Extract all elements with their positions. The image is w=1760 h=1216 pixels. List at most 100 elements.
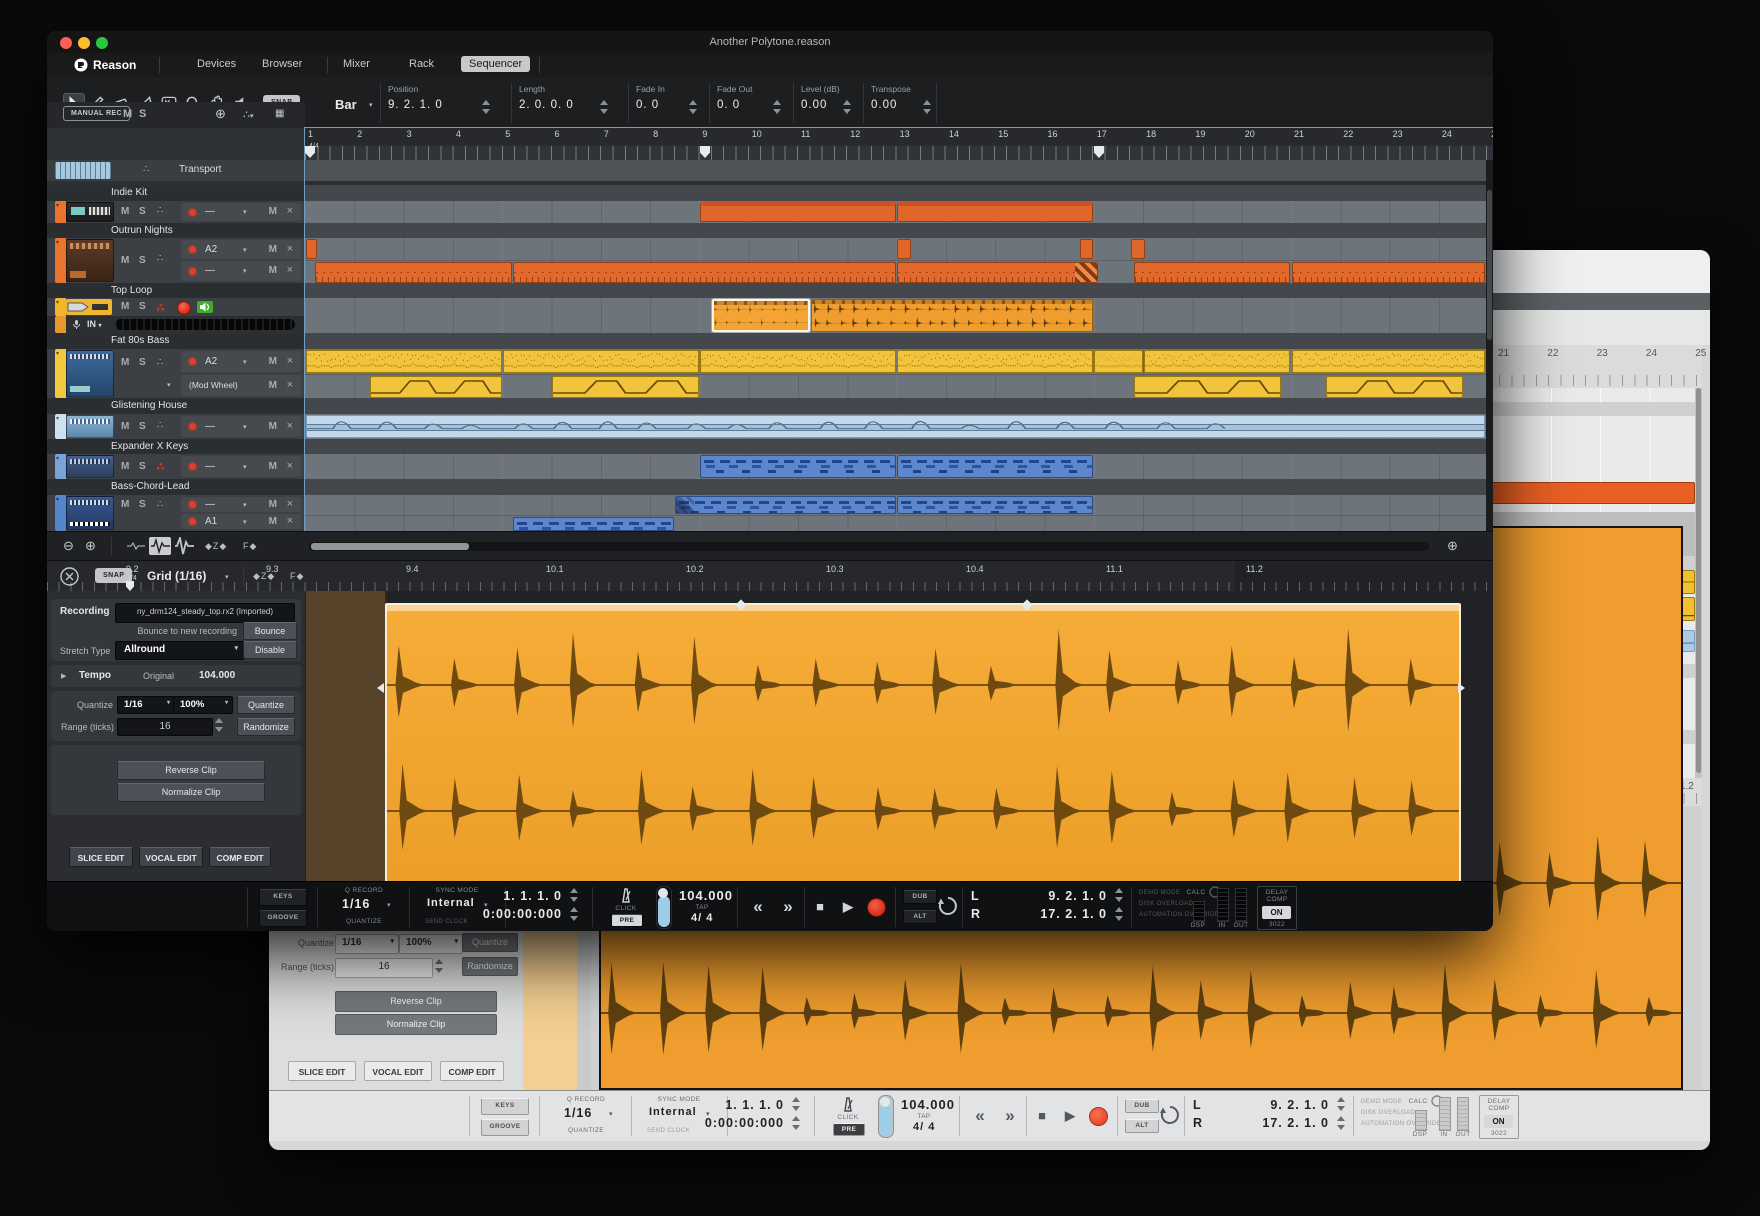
bg-delay-comp-on-button[interactable]: ON xyxy=(1484,1115,1513,1128)
wave-small-view-button[interactable] xyxy=(125,537,147,555)
clip-outrun-1-orange-small[interactable] xyxy=(897,239,911,259)
lane-close-button[interactable]: × xyxy=(287,515,293,527)
input-selector[interactable]: —▾M× xyxy=(181,456,301,477)
bg-loop-stepper[interactable] xyxy=(1337,1096,1346,1112)
vertical-zoom-in-icon[interactable]: ⊕ xyxy=(1447,538,1458,554)
comp-edit-tab[interactable]: COMP EDIT xyxy=(209,847,271,867)
lane-mute-button[interactable]: M xyxy=(269,461,277,472)
clip-fat-1-yellow-notes[interactable] xyxy=(1144,350,1291,373)
bg-qrecord-dd-icon[interactable]: ▾ xyxy=(609,1110,613,1118)
lane-fat-80s-bass-1[interactable] xyxy=(305,349,1493,374)
master-solo-button[interactable]: S xyxy=(139,108,146,120)
clip-indie-orange-notes[interactable] xyxy=(897,202,1093,222)
fade-out-field[interactable]: Fade Out0. 0 xyxy=(709,83,786,123)
lane-mute-button[interactable]: M xyxy=(269,499,277,510)
clip-outrun-2-orange-long[interactable] xyxy=(1292,262,1486,283)
clip-glist-lightblue[interactable] xyxy=(306,415,1486,438)
clip-outrun-1-orange-small[interactable] xyxy=(306,239,317,259)
zoom-z-control[interactable]: ◆Z◆ xyxy=(205,541,227,552)
groove-button[interactable]: GROOVE xyxy=(259,910,307,927)
bg-range-value[interactable]: 16 xyxy=(335,958,433,978)
solo-button[interactable]: S xyxy=(139,499,146,510)
tab-sequencer[interactable]: Sequencer xyxy=(461,56,530,72)
clip-outrun-2-orange-long[interactable] xyxy=(897,262,1098,283)
timesig-value[interactable]: 4/ 4 xyxy=(691,912,713,924)
wave-large-view-button[interactable] xyxy=(173,537,195,555)
mute-button[interactable]: M xyxy=(121,461,129,472)
bg-forward-button[interactable]: » xyxy=(997,1100,1023,1131)
position-field[interactable]: Position9. 2. 1. 0 xyxy=(380,83,495,123)
device-thumbnail[interactable] xyxy=(66,415,114,438)
bg-dub-button[interactable]: DUB xyxy=(1125,1099,1159,1113)
manual-rec-button[interactable]: MANUAL REC xyxy=(63,106,130,121)
reason-window[interactable]: Another Polytone.reason Reason Devices B… xyxy=(47,31,1493,931)
add-track-button[interactable]: ⊕ xyxy=(215,106,226,122)
track-row-expander-x-keys[interactable]: ▾ M S ∴ —▾M× xyxy=(47,454,305,479)
device-thumbnail[interactable] xyxy=(66,239,114,282)
bg-quantize-value-select[interactable]: 1/16 ▾ xyxy=(335,934,399,954)
forward-button[interactable]: » xyxy=(775,891,801,922)
lane-close-button[interactable]: × xyxy=(287,355,293,367)
bg-tempo-value[interactable]: 104.000 xyxy=(901,1097,955,1112)
solo-button[interactable]: S xyxy=(139,357,146,368)
track-name-indie-kit[interactable]: Indie Kit xyxy=(47,185,305,201)
tempo-expand-icon[interactable]: ▶ xyxy=(61,672,66,680)
tab-rack[interactable]: Rack xyxy=(409,58,434,70)
pos-stepper[interactable] xyxy=(570,906,579,922)
bg-pre-button[interactable]: PRE xyxy=(833,1123,865,1136)
bg-rewind-button[interactable]: « xyxy=(967,1100,993,1131)
bg-record-button[interactable] xyxy=(1089,1107,1108,1126)
input-selector[interactable]: A2▾M× xyxy=(181,240,301,259)
mute-button[interactable]: M xyxy=(121,255,129,266)
snap-unit-dd-icon[interactable]: ▾ xyxy=(369,101,373,109)
clip-toploop-audio[interactable] xyxy=(811,299,1093,332)
solo-button[interactable]: S xyxy=(139,255,146,266)
grid-view-button[interactable]: ▦ xyxy=(275,108,284,119)
zoom-out-icon[interactable]: ⊖ xyxy=(63,538,74,554)
input-selector[interactable]: A2▾M× xyxy=(181,351,301,372)
mute-button[interactable]: M xyxy=(121,206,129,217)
lane-mute-button[interactable]: M xyxy=(269,356,277,367)
lane-menu-button[interactable]: ∴▾ xyxy=(243,108,254,121)
bg-loop-icon[interactable] xyxy=(1159,1104,1181,1126)
clip-right-handle[interactable] xyxy=(1458,683,1465,693)
track-name-outrun-nights[interactable]: Outrun Nights xyxy=(47,223,305,238)
bounce-button[interactable]: Bounce xyxy=(243,622,297,640)
arrange-area[interactable]: 4/4 123456789101112131415161718192021222… xyxy=(305,128,1493,531)
disable-button[interactable]: Disable xyxy=(243,641,297,659)
bg-normalize-clip-button[interactable]: Normalize Clip xyxy=(335,1014,497,1035)
range-ticks-value[interactable]: 16 xyxy=(117,718,213,736)
clip-left-handle[interactable] xyxy=(377,683,384,693)
record-lane-icon[interactable]: ∴ xyxy=(157,460,164,473)
clip-indie-orange-notes[interactable] xyxy=(700,202,896,222)
clip-fat-2-yellow-ramp[interactable] xyxy=(552,376,699,398)
bg-pos-stepper[interactable] xyxy=(792,1096,801,1112)
editor-audio-clip[interactable] xyxy=(385,603,1461,881)
lane-close-button[interactable]: × xyxy=(287,379,293,391)
grid-dd-icon[interactable]: ▾ xyxy=(225,573,229,581)
lane-icon[interactable]: ∴ xyxy=(157,253,163,264)
record-arm-led[interactable] xyxy=(189,268,196,275)
record-lane-icon[interactable]: ∴ xyxy=(157,301,164,314)
master-mute-button[interactable]: M xyxy=(123,108,132,120)
record-arm-led[interactable] xyxy=(189,209,196,216)
record-button[interactable] xyxy=(867,898,886,917)
randomize-button[interactable]: Randomize xyxy=(237,718,295,736)
clip-bass-1-blue-notes-fade[interactable] xyxy=(675,496,896,514)
clip-fat-2-yellow-ramp[interactable] xyxy=(1326,376,1463,398)
input-selector[interactable]: —▾M× xyxy=(181,416,301,437)
fade-in-field[interactable]: Fade In0. 0 xyxy=(628,83,702,123)
lane-mute-button[interactable]: M xyxy=(269,516,277,527)
bg-loop-stepper[interactable] xyxy=(1337,1115,1346,1131)
tab-mixer[interactable]: Mixer xyxy=(343,58,370,70)
clip-exp-blue-notes[interactable] xyxy=(897,455,1093,478)
lane-outrun-2[interactable] xyxy=(305,260,1493,284)
arrange-hscrollbar[interactable] xyxy=(309,542,1429,551)
input-selector[interactable]: —▾M× xyxy=(181,497,301,512)
grid-select[interactable]: Grid (1/16) xyxy=(147,569,206,583)
mute-button[interactable]: M xyxy=(121,301,129,312)
track-row-indie-kit[interactable]: ▾ M S ∴ —▾M× xyxy=(47,201,305,223)
bg-range-stepper[interactable] xyxy=(435,958,444,974)
bg-loop-r-value[interactable]: 17. 2. 1. 0 xyxy=(1214,1116,1329,1130)
snap-unit-select[interactable]: Bar xyxy=(335,97,357,112)
